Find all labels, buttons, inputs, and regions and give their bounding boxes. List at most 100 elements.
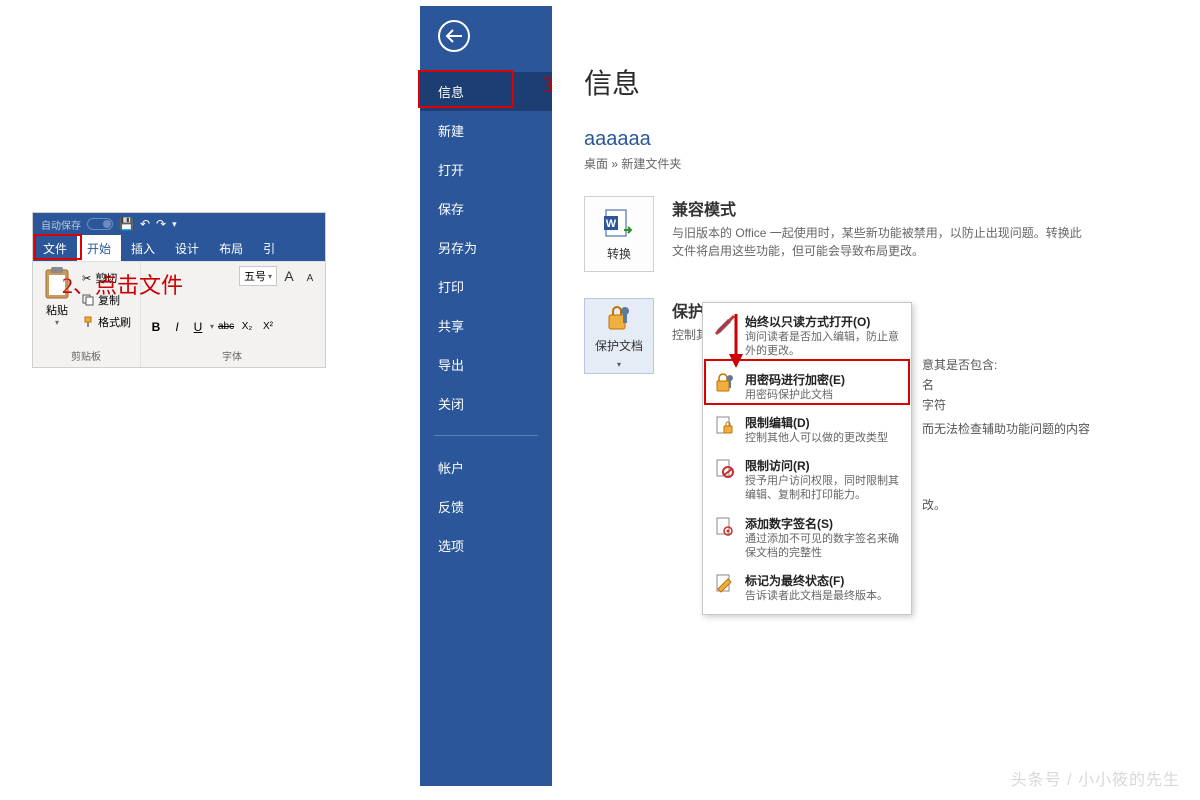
svg-text:W: W [606,218,617,230]
dropdown-title: 始终以只读方式打开(O) [745,313,901,330]
word-ribbon-window: 自动保存 💾 ↶ ↷ ▾ 文件 开始 插入 设计 布局 引 粘贴 ▾ [32,212,326,368]
underline-button[interactable]: U [189,318,207,336]
compat-desc: 与旧版本的 Office 一起使用时，某些新功能被禁用，以防止出现问题。转换此文… [672,224,1092,260]
hidden-text-2: 名 [922,376,934,393]
sidebar-separator [434,435,538,436]
save-icon[interactable]: 💾 [119,217,134,231]
cut-icon: ✂ [82,272,91,285]
back-arrow-icon [445,29,463,43]
autosave-label: 自动保存 [41,217,81,232]
cut-button[interactable]: ✂ 剪切 [79,268,134,288]
cut-label: 剪切 [95,270,117,286]
backstage-sidebar: 信息 新建 打开 保存 另存为 打印 共享 导出 关闭 帐户 反馈 选项 [420,6,552,786]
convert-icon: W [602,207,636,241]
document-path: 桌面 » 新建文件夹 [584,155,1158,172]
dropdown-desc: 授予用户访问权限，同时限制其编辑、复制和打印能力。 [745,474,901,503]
subscript-button[interactable]: X₂ [238,318,256,336]
tab-layout[interactable]: 布局 [209,235,253,261]
dropdown-item-restrict-edit[interactable]: 限制编辑(D) 控制其他人可以做的更改类型 [703,408,911,451]
protect-document-button[interactable]: 保护文档 ▾ [584,298,654,374]
hidden-text-5: 改。 [922,496,946,513]
title-bar: 自动保存 💾 ↶ ↷ ▾ [33,213,325,235]
dropdown-desc: 告诉读者此文档是最终版本。 [745,589,888,603]
backstage-panel: 信息 新建 打开 保存 另存为 打印 共享 导出 关闭 帐户 反馈 选项 信息 … [420,6,1190,786]
copy-button[interactable]: 复制 [79,290,134,310]
restrict-access-icon [713,457,737,481]
chevron-down-icon: ▾ [268,272,272,281]
superscript-button[interactable]: X² [259,318,277,336]
qat-dropdown-icon[interactable]: ▾ [172,219,177,230]
convert-button[interactable]: W 转换 [584,196,654,272]
sidebar-item-info[interactable]: 信息 [420,72,552,111]
tab-design[interactable]: 设计 [165,235,209,261]
document-name: aaaaaa [584,128,1158,151]
font-group-label: 字体 [139,348,325,363]
grow-font-button[interactable]: A [280,267,298,285]
protect-dropdown-menu: 始终以只读方式打开(O) 询问读者是否加入编辑，防止意外的更改。 用密码进行加密… [702,302,912,615]
sidebar-item-export[interactable]: 导出 [420,345,552,384]
compat-title: 兼容模式 [672,196,1092,220]
autosave-toggle[interactable] [87,218,113,230]
page-title: 信息 [584,62,1158,102]
hidden-text-4: 而无法检查辅助功能问题的内容 [922,420,1090,437]
dropdown-item-readonly[interactable]: 始终以只读方式打开(O) 询问读者是否加入编辑，防止意外的更改。 [703,307,911,365]
dropdown-item-final[interactable]: 标记为最终状态(F) 告诉读者此文档是最终版本。 [703,566,911,609]
signature-icon [713,515,737,539]
sidebar-item-print[interactable]: 打印 [420,267,552,306]
shrink-font-button[interactable]: A [301,269,319,287]
backstage-content: 信息 aaaaaa 桌面 » 新建文件夹 W 转换 兼容模式 与旧版本的 Off… [552,6,1190,786]
copy-icon [82,294,94,306]
protect-label: 保护文档 [595,337,643,354]
paste-label: 粘贴 [39,302,75,318]
dropdown-title: 限制编辑(D) [745,414,888,431]
dropdown-desc: 控制其他人可以做的更改类型 [745,431,888,445]
restrict-edit-icon [713,414,737,438]
encrypt-icon [713,371,737,395]
sidebar-item-close[interactable]: 关闭 [420,384,552,423]
undo-icon[interactable]: ↶ [140,217,150,231]
dropdown-item-encrypt[interactable]: 用密码进行加密(E) 用密码保护此文档 [703,365,911,408]
watermark-text: 头条号 / 小小筱的先生 [1011,766,1180,790]
tab-home[interactable]: 开始 [77,235,121,261]
paste-icon [43,266,71,300]
sidebar-item-feedback[interactable]: 反馈 [420,487,552,526]
sidebar-item-share[interactable]: 共享 [420,306,552,345]
bold-button[interactable]: B [147,318,165,336]
tab-file[interactable]: 文件 [33,235,77,261]
underline-dropdown-icon[interactable]: ▾ [210,322,214,331]
strikethrough-button[interactable]: abc [217,318,235,336]
ribbon-tabs: 文件 开始 插入 设计 布局 引 [33,235,325,261]
sidebar-item-open[interactable]: 打开 [420,150,552,189]
dropdown-title: 用密码进行加密(E) [745,371,845,388]
copy-label: 复制 [98,292,120,308]
format-painter-label: 格式刷 [98,314,131,330]
font-size-value: 五号 [244,268,266,284]
sidebar-item-options[interactable]: 选项 [420,526,552,565]
tab-references[interactable]: 引 [253,235,285,261]
tab-insert[interactable]: 插入 [121,235,165,261]
sidebar-item-save-as[interactable]: 另存为 [420,228,552,267]
font-size-select[interactable]: 五号 ▾ [239,266,277,286]
sidebar-item-new[interactable]: 新建 [420,111,552,150]
lock-key-icon [603,303,635,333]
back-button[interactable] [438,20,470,52]
dropdown-title: 限制访问(R) [745,457,901,474]
sidebar-item-save[interactable]: 保存 [420,189,552,228]
hidden-text-3: 字符 [922,396,946,413]
redo-icon[interactable]: ↷ [156,217,166,231]
readonly-icon [713,313,737,337]
chevron-down-icon: ▾ [617,360,621,369]
dropdown-desc: 询问读者是否加入编辑，防止意外的更改。 [745,330,901,359]
sidebar-item-account[interactable]: 帐户 [420,448,552,487]
final-icon [713,572,737,596]
dropdown-desc: 通过添加不可见的数字签名来确保文档的完整性 [745,532,901,561]
brush-icon [82,316,94,328]
convert-label: 转换 [607,245,631,262]
dropdown-desc: 用密码保护此文档 [745,388,845,402]
format-painter-button[interactable]: 格式刷 [79,312,134,332]
dropdown-title: 添加数字签名(S) [745,515,901,532]
italic-button[interactable]: I [168,318,186,336]
dropdown-item-signature[interactable]: 添加数字签名(S) 通过添加不可见的数字签名来确保文档的完整性 [703,509,911,567]
dropdown-title: 标记为最终状态(F) [745,572,888,589]
dropdown-item-restrict-access[interactable]: 限制访问(R) 授予用户访问权限，同时限制其编辑、复制和打印能力。 [703,451,911,509]
